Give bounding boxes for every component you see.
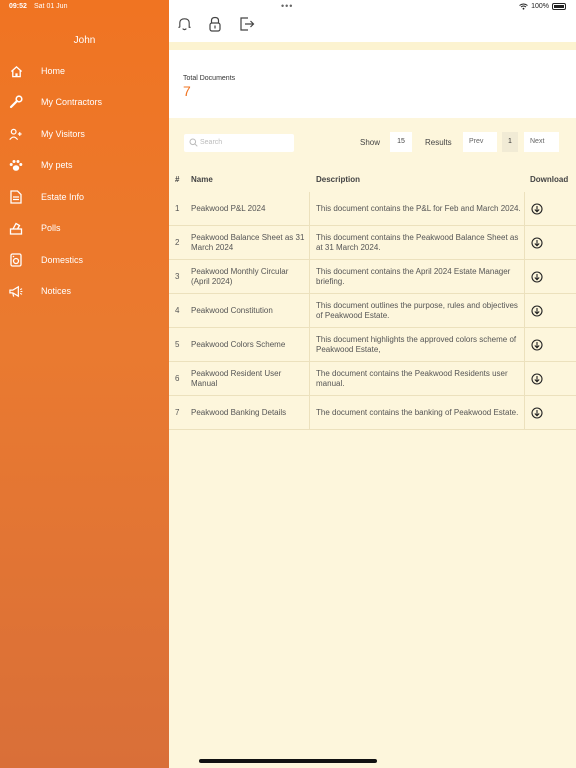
row-number: 3 <box>175 272 180 281</box>
bell-icon[interactable] <box>177 16 193 32</box>
status-bar: 09:52 Sat 01 Jun ••• 100% <box>0 0 576 14</box>
table-header: # Name Description Download <box>169 172 576 190</box>
column-header-number: # <box>175 175 180 184</box>
download-icon[interactable] <box>530 260 544 294</box>
table-row: 3 Peakwood Monthly Circular (April 2024)… <box>169 260 576 294</box>
sidebar-item-label: My pets <box>41 160 73 170</box>
row-number: 2 <box>175 238 180 247</box>
table-row: 4 Peakwood Constitution This document ou… <box>169 294 576 328</box>
page-size-select[interactable]: 15 <box>390 132 412 152</box>
document-name: Peakwood Resident User Manual <box>191 369 282 388</box>
table-row: 6 Peakwood Resident User Manual The docu… <box>169 362 576 396</box>
user-name: John <box>73 35 96 46</box>
document-name: Peakwood Balance Sheet as 31 March 2024 <box>191 233 305 252</box>
lock-icon[interactable] <box>208 16 224 32</box>
row-number: 7 <box>175 408 180 417</box>
battery-icon <box>552 3 566 10</box>
column-header-name: Name <box>191 175 213 184</box>
document-name: Peakwood Colors Scheme <box>191 340 286 349</box>
document-description: This document contains the April 2024 Es… <box>316 267 511 286</box>
multitask-dots-icon[interactable]: ••• <box>281 1 293 11</box>
ballot-box-icon <box>9 221 23 235</box>
document-description: This document highlights the approved co… <box>316 335 517 354</box>
document-description: This document contains the Peakwood Bala… <box>316 233 519 252</box>
search-input[interactable]: Search <box>184 134 294 152</box>
sidebar-item-label: Notices <box>41 286 72 296</box>
row-number: 6 <box>175 374 180 383</box>
search-placeholder: Search <box>200 139 223 146</box>
document-description: This document contains the P&L for Feb a… <box>316 204 521 213</box>
status-date: Sat 01 Jun <box>34 3 68 10</box>
download-icon[interactable] <box>530 396 544 430</box>
current-page-button[interactable]: 1 <box>502 132 518 152</box>
status-right: 100% <box>519 3 566 10</box>
battery-percent: 100% <box>531 3 549 10</box>
row-number: 4 <box>175 306 180 315</box>
results-label: Results <box>425 138 452 147</box>
document-name: Peakwood Monthly Circular (April 2024) <box>191 267 289 286</box>
sidebar-item-contractors[interactable]: My Contractors <box>0 88 169 116</box>
sidebar-item-label: Home <box>41 66 66 76</box>
documents-table: 1 Peakwood P&L 2024 This document contai… <box>169 192 576 430</box>
table-row: 1 Peakwood P&L 2024 This document contai… <box>169 192 576 226</box>
domestics-icon <box>9 253 23 267</box>
document-description: The document contains the banking of Pea… <box>316 408 519 417</box>
total-documents-label: Total Documents <box>183 75 236 82</box>
add-person-icon <box>9 127 23 141</box>
table-controls: Search Show 15 Results Prev 1 Next <box>169 118 576 168</box>
sidebar-item-polls[interactable]: Polls <box>0 214 169 242</box>
sidebar-item-label: Domestics <box>41 255 84 265</box>
show-label: Show <box>360 138 381 147</box>
column-header-description: Description <box>316 175 361 184</box>
status-time: 09:52 <box>9 3 27 10</box>
row-number: 5 <box>175 340 180 349</box>
sidebar-item-estate-info[interactable]: Estate Info <box>0 183 169 211</box>
wrench-icon <box>9 95 23 109</box>
table-row: 5 Peakwood Colors Scheme This document h… <box>169 328 576 362</box>
sidebar: John Home My Contractors My Visitors My … <box>0 0 169 768</box>
download-icon[interactable] <box>530 362 544 396</box>
document-name: Peakwood Banking Details <box>191 408 287 417</box>
sidebar-item-visitors[interactable]: My Visitors <box>0 120 169 148</box>
sidebar-item-home[interactable]: Home <box>0 57 169 85</box>
search-icon <box>189 138 198 147</box>
total-documents-value: 7 <box>183 83 191 99</box>
home-indicator[interactable] <box>199 759 377 763</box>
table-row: 2 Peakwood Balance Sheet as 31 March 202… <box>169 226 576 260</box>
download-icon[interactable] <box>530 294 544 328</box>
sidebar-item-label: My Visitors <box>41 129 85 139</box>
document-icon <box>9 190 23 204</box>
total-documents-card: Total Documents 7 <box>169 50 576 118</box>
document-name: Peakwood P&L 2024 <box>191 204 266 213</box>
home-icon <box>9 64 23 78</box>
document-name: Peakwood Constitution <box>191 306 273 315</box>
next-page-button[interactable]: Next <box>524 132 559 152</box>
megaphone-icon <box>9 284 23 298</box>
table-row: 7 Peakwood Banking Details The document … <box>169 396 576 430</box>
sidebar-item-label: Estate Info <box>41 192 85 202</box>
header-divider <box>169 42 576 50</box>
sidebar-item-label: Polls <box>41 223 61 233</box>
row-number: 1 <box>175 204 180 213</box>
document-description: The document contains the Peakwood Resid… <box>316 369 508 388</box>
document-description: This document outlines the purpose, rule… <box>316 301 518 320</box>
sidebar-item-pets[interactable]: My pets <box>0 151 169 179</box>
paw-icon <box>9 158 23 172</box>
download-icon[interactable] <box>530 192 544 226</box>
sidebar-item-label: My Contractors <box>41 97 103 107</box>
column-header-download: Download <box>530 175 569 184</box>
logout-icon[interactable] <box>239 16 255 32</box>
sidebar-item-notices[interactable]: Notices <box>0 277 169 305</box>
wifi-icon <box>519 3 528 10</box>
download-icon[interactable] <box>530 328 544 362</box>
prev-page-button[interactable]: Prev <box>463 132 497 152</box>
sidebar-item-domestics[interactable]: Domestics <box>0 246 169 274</box>
download-icon[interactable] <box>530 226 544 260</box>
